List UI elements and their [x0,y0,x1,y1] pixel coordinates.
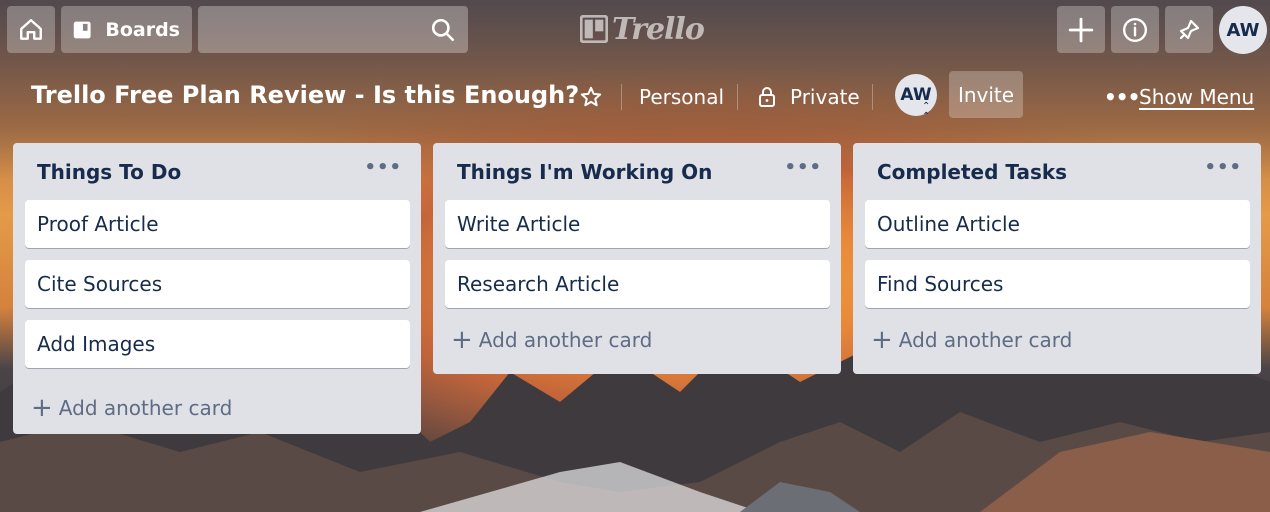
list-header: Things I'm Working On ••• [445,143,830,200]
add-card-button[interactable]: + Add another card [445,320,830,360]
list-menu-icon[interactable]: ••• [1204,157,1242,178]
notifications-button[interactable] [1165,6,1213,53]
list-completed-tasks: Completed Tasks ••• Outline Article Find… [853,143,1261,374]
team-visibility-button[interactable]: Personal [639,66,724,128]
star-icon [580,86,602,107]
card[interactable]: Write Article [445,200,830,248]
board-title[interactable]: Trello Free Plan Review - Is this Enough… [31,81,579,109]
search-input[interactable] [198,6,468,53]
boards-button[interactable]: Boards [61,6,192,53]
card[interactable]: Cite Sources [25,260,410,308]
card[interactable]: Add Images [25,320,410,368]
more-icon[interactable]: ••• [1104,66,1140,128]
privacy-label: Private [790,85,860,109]
boards-label: Boards [105,18,180,41]
plus-icon: + [451,325,473,355]
header-divider [621,84,622,110]
list-title[interactable]: Things To Do [37,160,181,184]
lock-icon [759,87,775,107]
star-board-button[interactable] [578,66,604,128]
info-button[interactable] [1111,6,1159,53]
invite-button[interactable]: Invite [949,71,1023,118]
list-things-to-do: Things To Do ••• Proof Article Cite Sour… [13,143,421,434]
list-header: Things To Do ••• [25,143,410,200]
list-title[interactable]: Completed Tasks [877,160,1067,184]
add-card-label: Add another card [898,328,1073,352]
bell-icon [1179,19,1200,39]
create-button[interactable] [1057,6,1105,53]
card[interactable]: Research Article [445,260,830,308]
add-card-label: Add another card [58,396,233,420]
boards-icon [73,21,91,38]
privacy-button[interactable]: Private [758,66,860,128]
list-menu-icon[interactable]: ••• [364,157,402,178]
info-icon [1122,17,1148,42]
search-icon [431,18,455,41]
add-card-button[interactable]: + Add another card [865,320,1250,360]
show-menu-link[interactable]: Show Menu [1139,66,1254,128]
add-card-label: Add another card [478,328,653,352]
list-title[interactable]: Things I'm Working On [457,160,712,184]
admin-chevron-icon: ⌃ ⌃ [922,101,931,122]
header-divider [737,84,738,110]
list-things-im-working-on: Things I'm Working On ••• Write Article … [433,143,841,374]
trello-logo-text: Trello [612,11,705,47]
board-header: Trello Free Plan Review - Is this Enough… [0,66,1270,128]
board-member-avatar[interactable]: AW [895,74,937,116]
list-header: Completed Tasks ••• [865,143,1250,200]
card[interactable]: Proof Article [25,200,410,248]
list-menu-icon[interactable]: ••• [784,157,822,178]
home-button[interactable] [7,6,55,53]
plus-icon: + [31,393,53,423]
trello-logo[interactable]: Trello [580,10,705,48]
header-divider [872,84,873,110]
plus-icon [1068,17,1094,42]
card[interactable]: Find Sources [865,260,1250,308]
trello-logo-icon [580,15,608,43]
card[interactable]: Outline Article [865,200,1250,248]
user-initials: AW [1226,19,1260,41]
top-navigation-bar: Boards Trello AW [0,0,1270,58]
user-avatar[interactable]: AW [1219,6,1267,54]
add-card-button[interactable]: + Add another card [25,388,410,428]
plus-icon: + [871,325,893,355]
home-icon [20,18,42,40]
